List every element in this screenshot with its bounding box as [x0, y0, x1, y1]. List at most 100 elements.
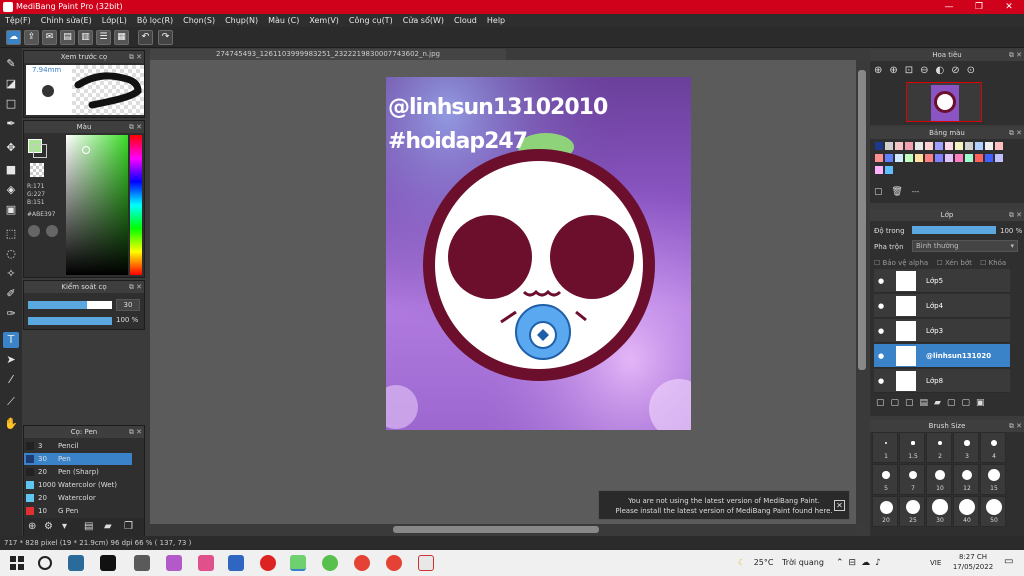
palette-grid[interactable]	[874, 141, 1010, 181]
hue-slider[interactable]	[130, 135, 142, 275]
menu-file[interactable]: Tệp(F)	[0, 14, 36, 27]
app-icon-1[interactable]	[134, 555, 150, 571]
lasso-tool-icon[interactable]: ◌	[3, 246, 19, 262]
taskview-icon[interactable]	[68, 555, 84, 571]
undo-icon[interactable]: ↶	[138, 30, 153, 45]
palette-swatch[interactable]	[995, 154, 1003, 162]
layer-row[interactable]: ● @linhsun131020	[874, 344, 1010, 368]
app-icon-2[interactable]	[166, 555, 182, 571]
palette-swatch[interactable]	[945, 154, 953, 162]
brush-size-cell[interactable]: 1	[872, 432, 898, 463]
brush-size-cell[interactable]: 30	[926, 496, 952, 527]
brush-size-cell[interactable]: 15	[980, 464, 1006, 495]
palette-swatch[interactable]	[875, 154, 883, 162]
brush-list-item[interactable]: 20 Pen (Sharp)	[24, 466, 132, 478]
camera-icon[interactable]	[228, 555, 244, 571]
layer-row[interactable]: ● Lớp3	[874, 319, 1010, 343]
grid-icon[interactable]: ▦	[114, 30, 129, 45]
magic-wand-tool-icon[interactable]: ✧	[3, 266, 19, 282]
brush-size-grid[interactable]: 1 1.5 2 3 4 5 7 10 12 15 20 25 30 40 50	[872, 432, 1012, 536]
palette-swatch[interactable]	[885, 154, 893, 162]
menu-edit[interactable]: Chỉnh sửa(E)	[36, 14, 97, 27]
gradient-tool-icon[interactable]: ▣	[3, 202, 19, 218]
text-tool-icon[interactable]: T	[3, 332, 19, 348]
opacity-slider[interactable]	[28, 317, 112, 325]
delete-brush-icon[interactable]: ❐	[124, 521, 133, 532]
layer-visibility-icon[interactable]: ●	[878, 269, 884, 293]
palette-swatch[interactable]	[965, 142, 973, 150]
palette-swatch[interactable]	[955, 154, 963, 162]
menu-select[interactable]: Chọn(S)	[178, 14, 220, 27]
brush-tool-icon[interactable]: ✎	[3, 56, 19, 72]
palette-swatch[interactable]	[945, 142, 953, 150]
size-slider[interactable]	[28, 301, 112, 309]
brush-list-item[interactable]: 3 Pencil	[24, 440, 132, 452]
close-notice-button[interactable]: ✕	[834, 500, 845, 511]
brush-size-cell[interactable]: 1.5	[899, 432, 925, 463]
brush-size-cell[interactable]: 4	[980, 432, 1006, 463]
brush-size-cell[interactable]: 25	[899, 496, 925, 527]
palette-swatch[interactable]	[925, 142, 933, 150]
menu-cloud[interactable]: Cloud	[449, 14, 482, 27]
layer-visibility-icon[interactable]: ●	[878, 369, 884, 393]
palette-swatch[interactable]	[955, 142, 963, 150]
add-palette-icon[interactable]: ▢	[874, 187, 883, 197]
document-tab[interactable]: 274745493_1261103999983251_2322219830007…	[150, 49, 506, 60]
cloud-icon[interactable]: ☁	[6, 30, 21, 45]
language-indicator[interactable]: VIE	[930, 555, 941, 571]
menu-color[interactable]: Màu (C)	[263, 14, 304, 27]
capcut-icon[interactable]	[100, 555, 116, 571]
medibang-taskbar-icon[interactable]	[290, 555, 306, 571]
divide-tool-icon[interactable]: ⟋	[3, 394, 19, 410]
minimize-button[interactable]: —	[934, 0, 964, 14]
search-icon[interactable]	[38, 556, 52, 570]
palette-swatch[interactable]	[895, 154, 903, 162]
app-icon-3[interactable]	[198, 555, 214, 571]
clipping-checkbox[interactable]: ☐	[936, 259, 945, 267]
brush-list-item[interactable]: 1000 Watercolor (Wet)	[24, 479, 132, 491]
layer-opacity-slider[interactable]	[912, 226, 996, 234]
palette-swatch[interactable]	[975, 142, 983, 150]
brush-settings-icon[interactable]: ⚙	[44, 521, 53, 532]
weather-widget[interactable]: ☾ 25°C Trời quang	[738, 555, 824, 571]
app-icon-5[interactable]	[418, 555, 434, 571]
app-icon-4[interactable]	[322, 555, 338, 571]
palette-swatch[interactable]	[995, 142, 1003, 150]
layer-row[interactable]: ● Lớp5	[874, 269, 1010, 293]
rect-tool-icon[interactable]: □	[3, 96, 19, 112]
palette-swatch[interactable]	[925, 154, 933, 162]
comment-icon[interactable]: ✉	[42, 30, 57, 45]
brush-list-item[interactable]: 30 Pen	[24, 453, 132, 465]
palette-swatch[interactable]	[875, 166, 883, 174]
palette-swatch[interactable]	[905, 154, 913, 162]
menu-help[interactable]: Help	[482, 14, 510, 27]
menu-view[interactable]: Xem(V)	[304, 14, 344, 27]
brush-size-cell[interactable]: 12	[953, 464, 979, 495]
layer-row[interactable]: ● Lớp4	[874, 294, 1010, 318]
saturation-value-picker[interactable]	[66, 135, 128, 275]
palette-swatch[interactable]	[915, 142, 923, 150]
layer-visibility-icon[interactable]: ●	[878, 319, 884, 343]
palette-icon[interactable]	[28, 225, 40, 237]
copy-brush-icon[interactable]: ▤	[84, 521, 93, 532]
record-icon[interactable]	[260, 555, 276, 571]
close-button[interactable]: ✕	[994, 0, 1024, 14]
redo-icon[interactable]: ↷	[158, 30, 173, 45]
update-link[interactable]: Please install the latest version of Med…	[599, 506, 849, 516]
palette-swatch[interactable]	[965, 154, 973, 162]
horizontal-scrollbar[interactable]	[150, 524, 856, 535]
move-tool-icon[interactable]: ✥	[3, 140, 19, 156]
palette-swatch[interactable]	[885, 142, 893, 150]
brush-size-cell[interactable]: 7	[899, 464, 925, 495]
palette-swatch[interactable]	[935, 154, 943, 162]
layer-visibility-icon[interactable]: ●	[878, 344, 884, 368]
brush-menu-icon[interactable]: ▾	[62, 521, 67, 532]
fill-rect-tool-icon[interactable]: ■	[3, 162, 19, 178]
page-icon[interactable]: ▤	[60, 30, 75, 45]
layer-visibility-icon[interactable]: ●	[878, 294, 884, 318]
select-pen-tool-icon[interactable]: ✐	[3, 286, 19, 302]
tray-icons[interactable]: ⌃⊟☁♪	[836, 555, 886, 571]
select-tool-icon[interactable]: ⬚	[3, 226, 19, 242]
clock[interactable]: 8:27 CH 17/05/2022	[952, 552, 994, 572]
page2-icon[interactable]: ▥	[78, 30, 93, 45]
